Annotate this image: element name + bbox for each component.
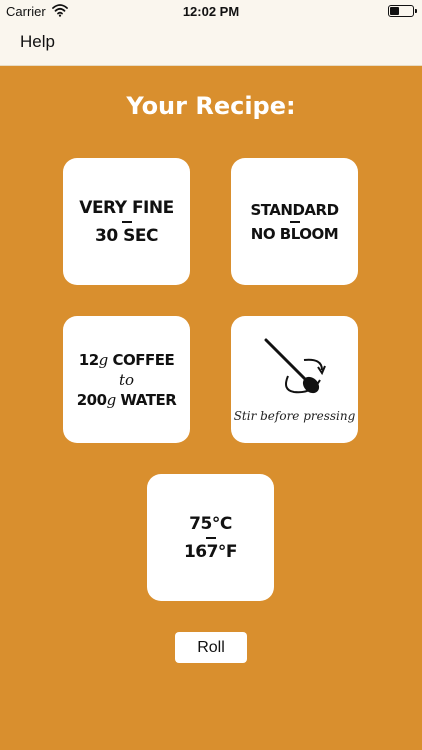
stir-caption: Stir before pressing: [233, 409, 356, 423]
coffee-amount: 12: [78, 350, 99, 369]
coffee-amount-line: 12g COFFEE: [78, 349, 175, 371]
grind-card: VERY FINE 30 SEC: [63, 158, 190, 285]
bloom-card: STANDARD NO BLOOM: [231, 158, 358, 285]
roll-button[interactable]: Roll: [175, 632, 247, 663]
stir-card: Stir before pressing: [231, 316, 358, 443]
temperature-celsius: 75°C: [189, 513, 232, 534]
temperature-fahrenheit: 167°F: [183, 541, 238, 562]
ratio-connector: to: [118, 370, 135, 389]
ratio-card: 12g COFFEE to 200g WATER: [63, 316, 190, 443]
grind-size: VERY FINE: [79, 197, 174, 218]
status-bar: Carrier 12:02 PM: [0, 0, 422, 22]
water-unit: g: [106, 390, 117, 409]
coffee-unit: g: [98, 350, 109, 369]
help-button[interactable]: Help: [20, 32, 55, 52]
clock: 12:02 PM: [182, 4, 240, 19]
water-label: WATER: [115, 390, 177, 409]
brew-time: 30 SEC: [95, 225, 158, 246]
water-amount-line: 200g WATER: [77, 389, 177, 411]
temperature-card: 75°C 167°F: [147, 474, 274, 601]
spoon-stir-icon: [260, 336, 330, 405]
coffee-label: COFFEE: [107, 350, 175, 369]
water-amount: 200: [76, 390, 107, 409]
battery-icon: [388, 5, 417, 17]
bloom-setting: NO BLOOM: [250, 224, 339, 243]
navigation-bar: Help: [0, 22, 422, 66]
recipe-title: Your Recipe:: [126, 92, 296, 120]
bloom-style: STANDARD: [250, 200, 339, 219]
